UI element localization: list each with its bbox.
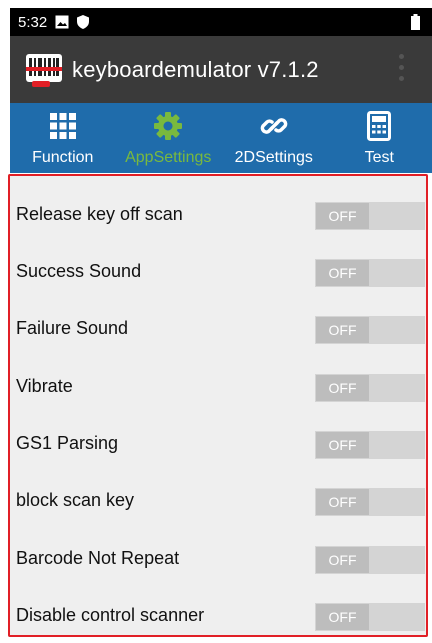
tab-appsettings[interactable]: AppSettings [116,103,222,173]
setting-label: GS1 Parsing [16,433,119,453]
tab-function[interactable]: Function [10,103,116,173]
toggle-state: OFF [316,317,369,343]
image-notification-icon [55,15,69,29]
disable-control-scanner-toggle[interactable]: OFF [315,603,425,631]
gs1-parsing-toggle[interactable]: OFF [315,431,425,459]
failure-sound-toggle[interactable]: OFF [315,316,425,344]
overflow-menu-icon[interactable] [399,54,404,81]
tab-2dsettings-label: 2DSettings [234,149,313,166]
toggle-state: OFF [316,203,369,229]
setting-row-failure-sound: Failure Sound OFF [8,296,428,353]
setting-row-vibrate: Vibrate OFF [8,354,428,411]
status-bar: 5:32 [10,8,432,36]
setting-row-block-scan-key: block scan key OFF [8,468,428,525]
toggle-state: OFF [316,375,369,401]
setting-label: Disable control scanner [16,605,205,625]
toggle-state: OFF [316,432,369,458]
barcode-not-repeat-toggle[interactable]: OFF [315,546,425,574]
shield-notification-icon [77,15,90,29]
battery-icon [411,14,420,35]
status-time: 5:32 [18,13,48,31]
tab-2dsettings[interactable]: 2DSettings [221,103,327,173]
grid-icon [49,109,76,143]
toggle-state: OFF [316,547,369,573]
setting-row-success-sound: Success Sound OFF [8,239,428,296]
gear-icon [153,109,183,143]
setting-label: Barcode Not Repeat [16,548,180,568]
settings-list: Release key off scan OFF Success Sound O… [8,174,428,637]
setting-row-release-key-off-scan: Release key off scan OFF [8,182,428,239]
block-scan-key-toggle[interactable]: OFF [315,488,425,516]
app-bar: keyboardemulator v7.1.2 [10,36,432,103]
toggle-state: OFF [316,604,369,630]
success-sound-toggle[interactable]: OFF [315,259,425,287]
tab-function-label: Function [32,149,94,166]
setting-row-disable-control-scanner: Disable control scanner OFF [8,583,428,640]
setting-label: block scan key [16,490,135,510]
setting-label: Failure Sound [16,318,129,338]
setting-label: Vibrate [16,376,73,396]
tab-test[interactable]: Test [327,103,432,173]
toggle-state: OFF [316,489,369,515]
release-key-off-scan-toggle[interactable]: OFF [315,202,425,230]
vibrate-toggle[interactable]: OFF [315,374,425,402]
setting-row-barcode-not-repeat: Barcode Not Repeat OFF [8,526,428,583]
tab-bar: Function AppSettings 2DSettings Test [10,103,432,173]
setting-row-gs1-parsing: GS1 Parsing OFF [8,411,428,468]
tab-test-label: Test [364,149,394,166]
app-logo-icon [26,52,62,88]
calculator-icon [367,109,392,143]
toggle-state: OFF [316,260,369,286]
app-title: keyboardemulator v7.1.2 [72,56,319,82]
link-icon [259,109,289,143]
setting-label: Release key off scan [16,204,183,224]
setting-label: Success Sound [16,261,142,281]
tab-appsettings-label: AppSettings [125,149,212,166]
